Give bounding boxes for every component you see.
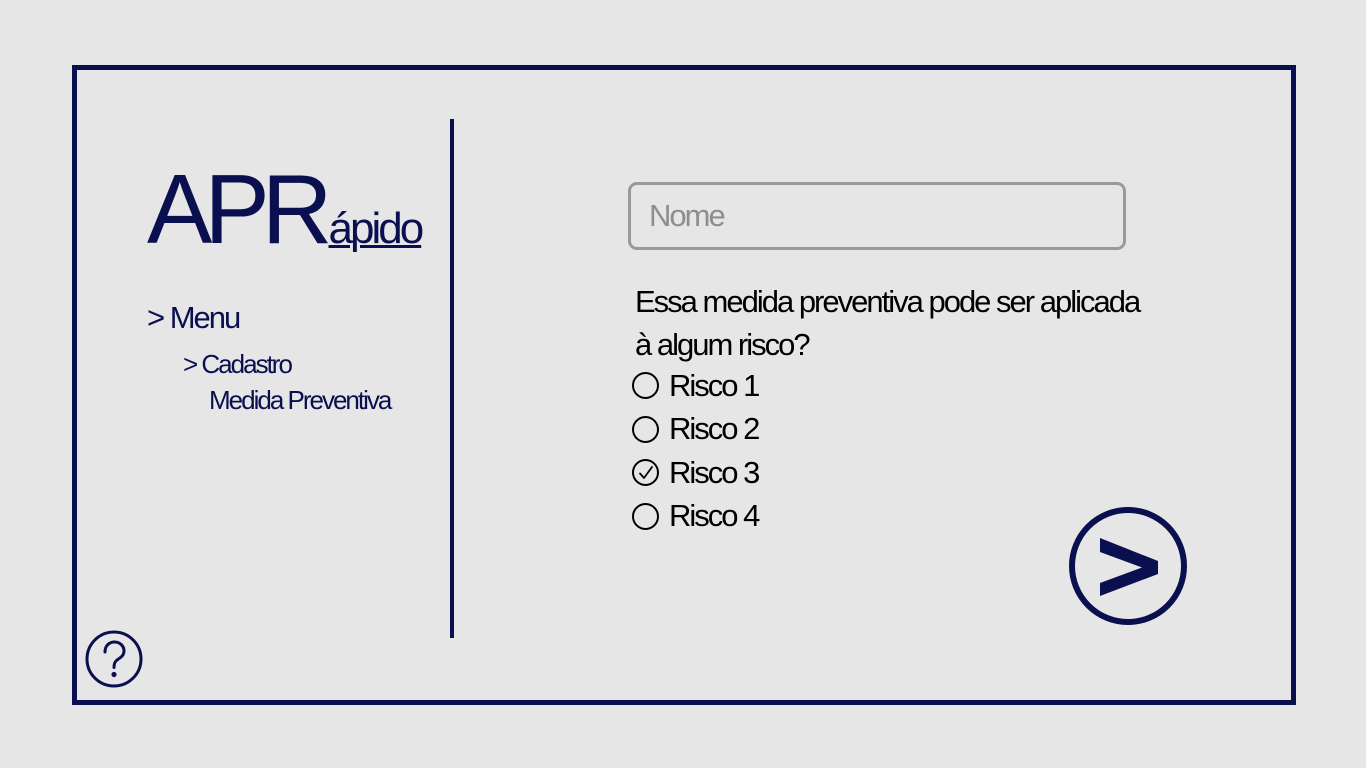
checkmark-icon bbox=[638, 465, 653, 479]
logo-sub-text: ápido bbox=[328, 204, 425, 253]
risk-option[interactable]: Risco 3 bbox=[632, 451, 760, 495]
question-line1: Essa medida preventiva pode ser aplicada bbox=[635, 284, 1141, 319]
risk-option-label: Risco 4 bbox=[669, 498, 760, 534]
risk-option-label: Risco 1 bbox=[669, 367, 760, 403]
menu-sub-line1: > Cadastro bbox=[183, 349, 293, 379]
question-mark-icon bbox=[85, 630, 143, 688]
menu-item-cadastro-medida-preventiva[interactable]: > Cadastro Medida Preventiva bbox=[183, 346, 392, 418]
sidebar-menu: > Menu > Cadastro Medida Preventiva bbox=[147, 300, 392, 415]
risk-option[interactable]: Risco 4 bbox=[632, 495, 760, 539]
menu-item-menu[interactable]: > Menu bbox=[147, 300, 241, 336]
menu-sub-line2: Medida Preventiva bbox=[209, 385, 392, 415]
risk-option-label: Risco 3 bbox=[669, 454, 760, 490]
radio-unchecked-icon[interactable] bbox=[632, 415, 659, 443]
question-text: Essa medida preventiva pode ser aplicada… bbox=[635, 280, 1235, 366]
radio-checked-icon[interactable] bbox=[632, 459, 659, 487]
next-button[interactable] bbox=[1068, 506, 1188, 626]
risk-option[interactable]: Risco 2 bbox=[632, 408, 760, 452]
risk-option[interactable]: Risco 1 bbox=[632, 364, 760, 408]
name-input[interactable] bbox=[628, 182, 1126, 250]
risk-option-label: Risco 2 bbox=[669, 411, 760, 447]
chevron-right-icon bbox=[1069, 507, 1187, 625]
question-line2: à algum risco? bbox=[635, 327, 811, 362]
radio-unchecked-icon[interactable] bbox=[632, 372, 659, 400]
radio-unchecked-icon[interactable] bbox=[632, 502, 659, 530]
logo-main-text: APR bbox=[147, 154, 332, 264]
app-logo: APRápido bbox=[147, 160, 425, 258]
help-button[interactable] bbox=[85, 630, 143, 688]
risk-options: Risco 1 Risco 2 Risco 3 Risco 4 bbox=[632, 364, 760, 539]
sidebar-divider bbox=[450, 119, 454, 638]
